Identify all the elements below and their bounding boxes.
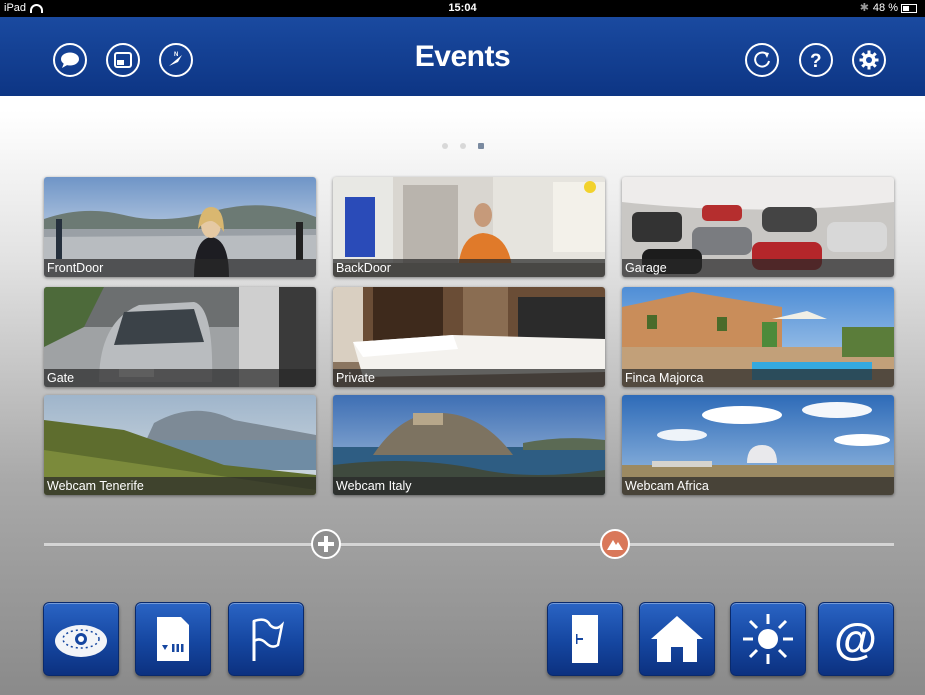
- camera-label: Garage: [622, 259, 894, 277]
- camera-dome-icon[interactable]: [43, 602, 119, 676]
- chat-bubble-icon[interactable]: [53, 43, 87, 77]
- bluetooth-icon: ✱: [859, 2, 869, 14]
- settings-icon[interactable]: [852, 43, 886, 77]
- camera-label: FrontDoor: [44, 259, 316, 277]
- camera-label: Private: [333, 369, 605, 387]
- mountain-icon[interactable]: [600, 529, 630, 559]
- page-dot-active[interactable]: [477, 143, 484, 149]
- camera-label: Webcam Africa: [622, 477, 894, 495]
- page-dot[interactable]: [441, 143, 448, 149]
- timeline-slider[interactable]: [44, 543, 894, 546]
- camera-tile-garage[interactable]: Garage: [622, 177, 894, 277]
- page-indicator[interactable]: [0, 136, 925, 154]
- camera-tile-backdoor[interactable]: BackDoor: [333, 177, 605, 277]
- camera-tile-private[interactable]: Private: [333, 287, 605, 387]
- camera-tile-gate[interactable]: Gate: [44, 287, 316, 387]
- clock: 15:04: [448, 2, 477, 14]
- battery-status: ✱ 48 %: [860, 0, 917, 17]
- sd-card-icon[interactable]: [135, 602, 211, 676]
- svg-text:?: ?: [810, 51, 822, 71]
- camera-label: Finca Majorca: [622, 369, 894, 387]
- door-icon[interactable]: [547, 602, 623, 676]
- plus-icon[interactable]: [311, 529, 341, 559]
- home-icon[interactable]: [639, 602, 715, 676]
- window-icon[interactable]: [106, 43, 140, 77]
- camera-tile-webcam-africa[interactable]: Webcam Africa: [622, 395, 894, 495]
- camera-label: Webcam Italy: [333, 477, 605, 495]
- compass-icon[interactable]: N: [159, 43, 193, 77]
- camera-tile-webcam-tenerife[interactable]: Webcam Tenerife: [44, 395, 316, 495]
- page-dot[interactable]: [459, 143, 466, 149]
- help-icon[interactable]: ?: [799, 43, 833, 77]
- sun-icon[interactable]: [730, 602, 806, 676]
- camera-label: BackDoor: [333, 259, 605, 277]
- svg-text:N: N: [174, 52, 178, 58]
- camera-tile-webcam-italy[interactable]: Webcam Italy: [333, 395, 605, 495]
- status-bar: iPad 15:04 ✱ 48 %: [0, 0, 925, 17]
- header-bar: Events N ?: [0, 17, 925, 96]
- refresh-icon[interactable]: [745, 43, 779, 77]
- camera-label: Webcam Tenerife: [44, 477, 316, 495]
- camera-tile-frontdoor[interactable]: FrontDoor: [44, 177, 316, 277]
- at-sign-icon[interactable]: @: [818, 602, 894, 676]
- camera-tile-finca-majorca[interactable]: Finca Majorca: [622, 287, 894, 387]
- svg-text:@: @: [834, 615, 877, 664]
- camera-label: Gate: [44, 369, 316, 387]
- flag-icon[interactable]: [228, 602, 304, 676]
- battery-icon: [901, 3, 917, 13]
